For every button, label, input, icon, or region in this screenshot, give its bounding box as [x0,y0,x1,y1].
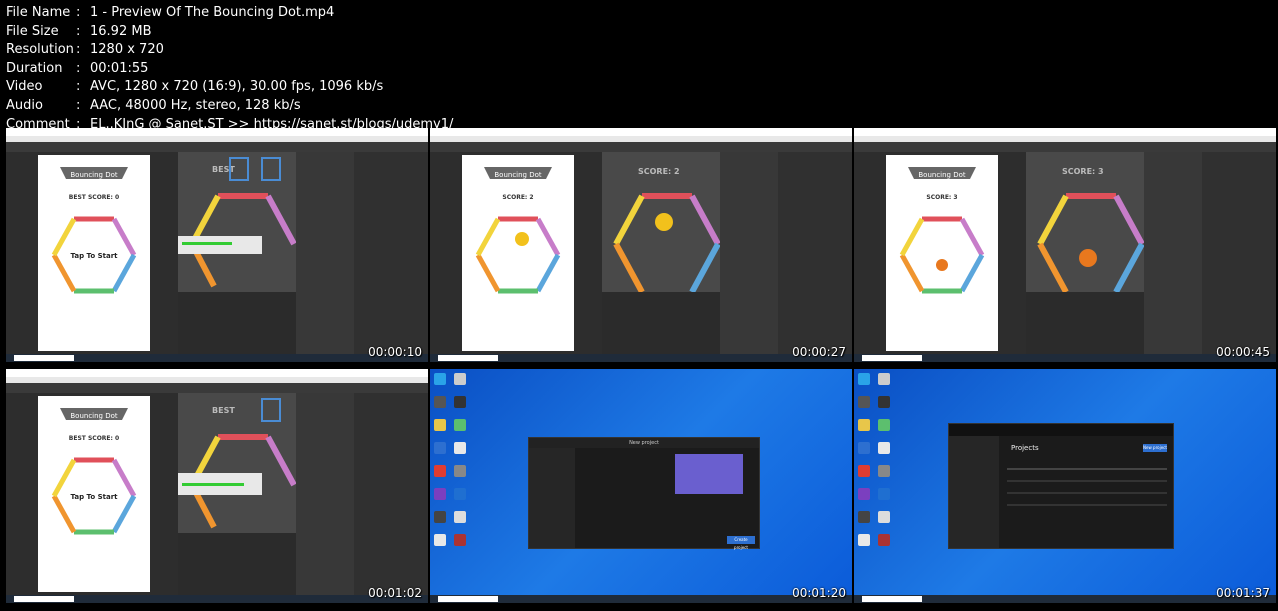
timestamp: 00:00:45 [1216,345,1270,359]
scene-score: SCORE: 3 [1062,167,1104,176]
thumbnail-5[interactable]: New project Create project 00:01:20 [430,369,852,603]
game-view: Bouncing Dot SCORE: 2 [430,152,602,354]
windows-taskbar [6,354,428,362]
hub-title: New project [529,438,759,448]
thumbnail-4[interactable]: Bouncing Dot BEST SCORE: 0 Tap To Start … [6,369,428,603]
timestamp: 00:00:27 [792,345,846,359]
banner-text: Bouncing Dot [494,171,542,179]
thumbnail-3[interactable]: Bouncing Dot SCORE: 3 SCORE: 3 00:00:45 [854,128,1276,362]
meta-row-file-size: File Size:16.92 MB [6,23,152,39]
ball [936,259,948,271]
scene-view: BEST [178,393,297,533]
scene-view: SCORE: 3 [1026,152,1145,294]
unity-hub-window: New project Create project [528,437,760,550]
taskbar-search-input[interactable] [14,596,74,602]
score-text: SCORE: 3 [926,194,957,201]
timestamp: 00:01:20 [792,586,846,600]
new-project-button[interactable]: New project [1143,444,1167,452]
meta-row-file-name: File Name:1 - Preview Of The Bouncing Do… [6,5,335,20]
game-view: Bouncing Dot BEST SCORE: 0 Tap To Start [6,152,178,354]
ball [515,232,529,246]
meta-row-resolution: Resolution:1280 x 720 [6,42,164,58]
taskbar-search-input[interactable] [862,596,922,602]
timestamp: 00:01:02 [368,586,422,600]
scene-score: BEST [212,165,235,174]
taskbar-search-input[interactable] [862,355,922,361]
tap-text: Tap To Start [70,252,118,260]
meta-row-duration: Duration:00:01:55 [6,60,149,76]
scene-score: BEST [212,406,235,415]
game-svg: Bouncing Dot BEST SCORE: 0 Tap To Start [51,167,137,294]
taskbar-search-input[interactable] [14,355,74,361]
timestamp: 00:00:10 [368,345,422,359]
scene-view: SCORE: 2 [602,152,721,294]
taskbar-search-input[interactable] [438,355,498,361]
tap-text: Tap To Start [70,493,118,501]
scene-view: BEST [178,152,297,292]
projects-heading: Projects [1011,444,1039,452]
file-metadata: File Name:1 - Preview Of The Bouncing Do… [6,4,453,134]
scene-score: SCORE: 2 [638,167,680,176]
taskbar-search-input[interactable] [438,596,498,602]
create-project-button[interactable]: Create project [727,536,755,550]
banner-text: Bouncing Dot [70,412,118,420]
timestamp: 00:01:37 [1216,586,1270,600]
thumbnail-2[interactable]: Bouncing Dot SCORE: 2 SCORE: 2 00:00:27 [430,128,852,362]
thumbnail-6[interactable]: Projects New project 00:01:37 [854,369,1276,603]
game-view: Bouncing Dot SCORE: 3 [854,152,1026,354]
score-text: BEST SCORE: 0 [69,194,119,201]
game-view: Bouncing Dot BEST SCORE: 0 Tap To Start [6,393,178,595]
meta-row-video: Video: AVC, 1280 x 720 (16:9), 30.00 fps,… [6,79,384,95]
unity-hub-window: Projects New project [948,423,1174,549]
banner-text: Bouncing Dot [918,171,966,179]
banner-text: Bouncing Dot [70,171,118,179]
meta-row-audio: Audio: AAC, 48000 Hz, stereo, 128 kb/s [6,97,301,113]
score-text: BEST SCORE: 0 [69,435,119,442]
thumbnail-1[interactable]: Bouncing Dot BEST SCORE: 0 Tap To Start … [6,128,428,362]
score-text: SCORE: 2 [502,194,533,201]
